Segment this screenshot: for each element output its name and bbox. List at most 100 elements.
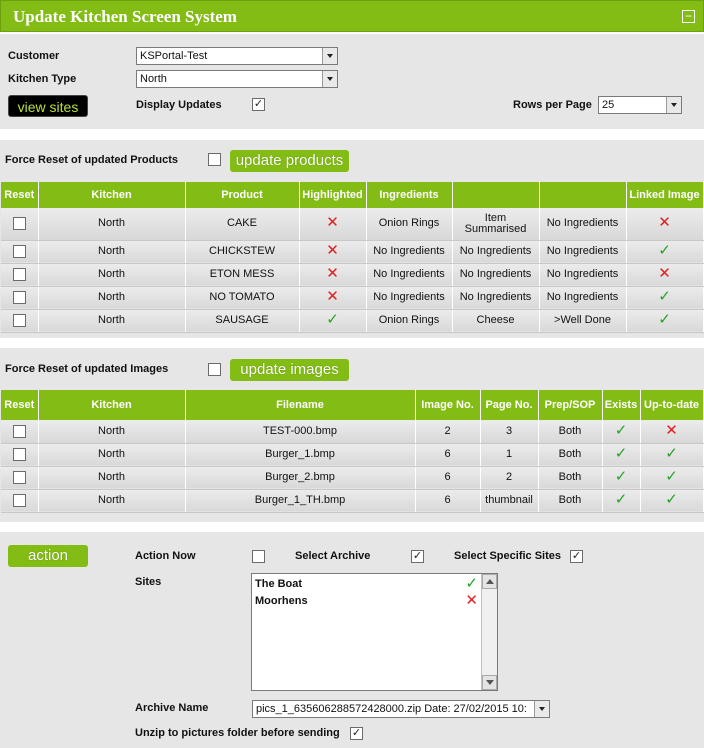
kitchen-cell: North: [38, 240, 186, 264]
action-button[interactable]: action: [8, 545, 88, 567]
table-row: North Burger_1.bmp 6 1 Both ✓ ✓: [1, 443, 704, 467]
sites-scrollbar[interactable]: [481, 574, 497, 690]
reset-cell: [1, 466, 39, 490]
customer-label: Customer: [8, 50, 60, 62]
select-archive-checkbox[interactable]: ✓: [411, 550, 424, 563]
filename-cell: TEST-000.bmp: [185, 420, 416, 444]
archive-name-select[interactable]: pics_1_635606288572428000.zip Date: 27/0…: [252, 700, 550, 718]
check-icon: ✓: [665, 491, 678, 508]
column-header-prep-sop[interactable]: Prep/SOP: [538, 390, 603, 420]
ingredient-cell: Onion Rings: [366, 309, 453, 333]
column-header-highlighted[interactable]: Highlighted: [299, 182, 367, 208]
rows-per-page-label: Rows per Page: [513, 99, 592, 111]
table-row: North NO TOMATO ✕ No Ingredients No Ingr…: [1, 286, 704, 310]
reset-checkbox[interactable]: [12, 314, 26, 327]
rows-per-page-value: 25: [602, 99, 615, 111]
reset-cell: [1, 309, 39, 333]
reset-cell: [1, 286, 39, 310]
column-header-page-no[interactable]: Page No.: [480, 390, 539, 420]
check-icon: ✓: [614, 491, 628, 508]
rows-per-page-select[interactable]: 25: [598, 96, 682, 114]
column-header-product[interactable]: Product: [185, 182, 300, 208]
sites-label: Sites: [135, 576, 162, 588]
prep-sop-cell: Both: [538, 420, 603, 444]
check-icon: ✓: [465, 575, 478, 592]
list-item[interactable]: Moorhens ✕: [252, 593, 480, 610]
reset-checkbox[interactable]: [12, 471, 26, 484]
page-title: Update Kitchen Screen System: [13, 7, 237, 26]
column-header-reset[interactable]: Reset: [1, 390, 39, 420]
column-header-exists[interactable]: Exists: [602, 390, 641, 420]
kitchen-cell: North: [38, 309, 186, 333]
page-no-cell: 3: [480, 420, 539, 444]
column-header-reset[interactable]: Reset: [1, 182, 39, 208]
page-no-cell: 2: [480, 466, 539, 490]
check-icon: ✓: [665, 468, 678, 485]
highlighted-cell: ✕: [299, 286, 367, 310]
column-header-ingredients[interactable]: Ingredients: [366, 182, 453, 208]
image-no-cell: 6: [415, 443, 481, 467]
cross-icon: ✕: [326, 288, 339, 305]
list-item[interactable]: The Boat ✓: [252, 576, 480, 593]
column-header-filename[interactable]: Filename: [185, 390, 416, 420]
product-cell: ETON MESS: [185, 263, 300, 287]
column-header-kitchen[interactable]: Kitchen: [38, 182, 186, 208]
reset-checkbox[interactable]: [12, 217, 26, 231]
page-no-cell: thumbnail: [480, 489, 539, 513]
reset-checkbox[interactable]: [12, 245, 26, 258]
update-products-button[interactable]: update products: [230, 150, 349, 172]
unzip-label: Unzip to pictures folder before sending: [135, 727, 340, 739]
customer-select[interactable]: KSPortal-Test: [136, 47, 338, 65]
site-name: Moorhens: [255, 595, 308, 607]
ingredient-cell: Item Summarised: [452, 208, 540, 241]
cross-icon: ✕: [658, 265, 671, 282]
reset-checkbox[interactable]: [12, 424, 26, 438]
scroll-up-icon[interactable]: [482, 574, 497, 589]
update-images-button[interactable]: update images: [230, 359, 349, 381]
select-archive-label: Select Archive: [295, 550, 371, 562]
customer-select-value: KSPortal-Test: [140, 50, 208, 62]
kitchen-type-select[interactable]: North: [136, 70, 338, 88]
select-specific-sites-checkbox[interactable]: ✓: [570, 550, 583, 563]
force-reset-products-checkbox[interactable]: [208, 153, 221, 166]
force-reset-images-label: Force Reset of updated Images: [5, 363, 169, 375]
images-table: Reset Kitchen Filename Image No. Page No…: [1, 390, 704, 513]
sites-listbox[interactable]: The Boat ✓ Moorhens ✕: [251, 573, 498, 691]
kitchen-cell: North: [38, 263, 186, 287]
product-cell: CHICKSTEW: [185, 240, 300, 264]
column-header-linked-image[interactable]: Linked Image: [626, 182, 704, 208]
linked-image-cell: ✓: [626, 286, 704, 310]
up-to-date-cell: ✓: [640, 443, 704, 467]
view-sites-button[interactable]: view sites: [8, 95, 88, 117]
linked-image-cell: ✕: [626, 263, 704, 287]
ingredient-cell: Onion Rings: [366, 208, 453, 241]
action-now-checkbox[interactable]: [252, 550, 265, 563]
column-header-kitchen[interactable]: Kitchen: [38, 390, 186, 420]
unzip-checkbox[interactable]: ✓: [350, 727, 363, 740]
check-icon: ✓: [614, 421, 628, 439]
highlighted-cell: ✓: [299, 309, 367, 333]
reset-cell: [1, 208, 39, 241]
cross-icon: ✕: [658, 214, 671, 232]
column-header-up-to-date[interactable]: Up-to-date: [640, 390, 704, 420]
force-reset-images-checkbox[interactable]: [208, 363, 221, 376]
display-updates-checkbox[interactable]: ✓: [252, 98, 265, 111]
up-to-date-cell: ✓: [640, 466, 704, 490]
scroll-down-icon[interactable]: [482, 675, 497, 690]
collapse-icon[interactable]: −: [682, 10, 695, 23]
highlighted-cell: ✕: [299, 263, 367, 287]
reset-checkbox[interactable]: [12, 268, 26, 281]
select-specific-sites-label: Select Specific Sites: [454, 550, 561, 562]
check-icon: ✓: [665, 445, 678, 462]
prep-sop-cell: Both: [538, 443, 603, 467]
products-table: Reset Kitchen Product Highlighted Ingred…: [1, 182, 704, 333]
chevron-down-icon: [322, 48, 337, 64]
table-row: North TEST-000.bmp 2 3 Both ✓ ✕: [1, 420, 704, 444]
cross-icon: ✕: [326, 265, 339, 282]
reset-checkbox[interactable]: [12, 448, 26, 461]
column-header-image-no[interactable]: Image No.: [415, 390, 481, 420]
reset-checkbox[interactable]: [12, 291, 26, 304]
prep-sop-cell: Both: [538, 466, 603, 490]
reset-checkbox[interactable]: [12, 494, 26, 507]
reset-cell: [1, 240, 39, 264]
